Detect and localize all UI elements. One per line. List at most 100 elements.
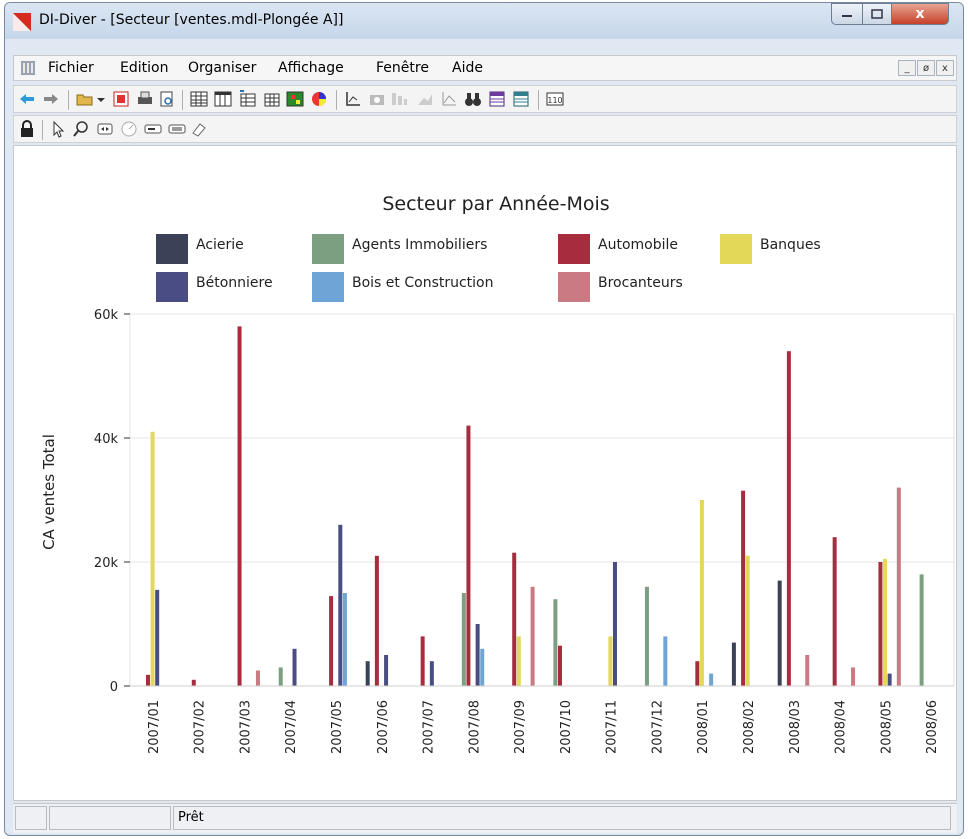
bar: [480, 648, 485, 686]
x-tick-label: 2007/10: [559, 700, 574, 754]
area-chart-icon[interactable]: [416, 90, 434, 108]
bar: [342, 593, 347, 686]
y-tick-label: 20k: [94, 556, 119, 571]
x-tick-label: 2008/04: [834, 700, 849, 754]
binoculars-icon[interactable]: [464, 90, 482, 108]
expand-icon[interactable]: [96, 120, 114, 138]
bar: [608, 636, 613, 686]
open-folder-icon[interactable]: [76, 90, 94, 108]
pie-3d-icon[interactable]: [310, 90, 328, 108]
label-icon[interactable]: [144, 120, 162, 138]
bar: [374, 555, 379, 686]
menu-edition[interactable]: Edition: [120, 60, 168, 76]
calendar-teal-icon[interactable]: [512, 90, 530, 108]
maximize-icon: [871, 9, 883, 19]
maximize-button[interactable]: [862, 3, 892, 25]
print-preview-icon[interactable]: [158, 90, 176, 108]
mdi-restore-button[interactable]: ø: [917, 60, 935, 76]
bar: [145, 674, 150, 686]
x-tick-label: 2008/05: [879, 700, 894, 754]
menu-fichier[interactable]: Fichier: [48, 60, 94, 76]
bar: [731, 642, 736, 686]
legend-swatch: [156, 272, 188, 302]
bar: [255, 670, 260, 686]
menu-affichage[interactable]: Affichage: [278, 60, 344, 76]
bar: [466, 425, 471, 686]
bar: [887, 673, 892, 686]
legend-label: Bois et Construction: [352, 275, 494, 291]
menu-organiser[interactable]: Organiser: [188, 60, 256, 76]
menu-aide[interactable]: Aide: [452, 60, 483, 76]
legend-label: Acierie: [196, 237, 244, 253]
insert-row-icon[interactable]: [262, 90, 280, 108]
title-bar[interactable]: DI-Diver - [Secteur [ventes.mdl-Plongée …: [5, 3, 963, 39]
y-axis-label: CA ventes Total: [40, 434, 58, 550]
x-tick-label: 2007/08: [467, 700, 482, 754]
dropdown-icon[interactable]: [96, 90, 106, 108]
eraser-icon[interactable]: [190, 120, 208, 138]
toolbar-separator: [182, 90, 183, 110]
bar-layout-icon[interactable]: [390, 90, 408, 108]
chart-axis-icon[interactable]: [344, 90, 362, 108]
bar: [741, 490, 746, 686]
toolbar-separator: [336, 90, 337, 110]
forward-arrow-icon[interactable]: [42, 90, 60, 108]
print-icon[interactable]: [136, 90, 154, 108]
legend-label: Bétonniere: [196, 275, 273, 291]
list-icon[interactable]: [168, 120, 186, 138]
bar: [150, 431, 155, 686]
line-chart-icon[interactable]: [440, 90, 458, 108]
y-axis-ticks: 0 20k 40k 60k: [94, 308, 130, 695]
x-tick-label: 2007/07: [422, 700, 437, 754]
insert-column-icon[interactable]: [238, 90, 256, 108]
counter-icon[interactable]: 110: [546, 90, 564, 108]
camera-icon[interactable]: [368, 90, 386, 108]
x-tick-label: 2008/06: [925, 700, 940, 754]
close-button[interactable]: x: [891, 3, 949, 25]
bar: [777, 580, 782, 686]
minimize-icon: [842, 15, 852, 17]
bar: [699, 500, 704, 686]
clock-icon[interactable]: [120, 120, 138, 138]
lock-icon[interactable]: [18, 120, 36, 138]
chart-panel: Secteur par Année-Mois Acierie Agents Imm…: [13, 145, 957, 801]
bar: [878, 562, 883, 686]
bar: [709, 673, 714, 686]
y-tick-label: 40k: [94, 432, 119, 447]
legend-swatch: [312, 234, 344, 264]
color-grid-icon[interactable]: [286, 90, 304, 108]
calendar-purple-icon[interactable]: [488, 90, 506, 108]
x-tick-label: 2008/03: [788, 700, 803, 754]
bar: [475, 624, 480, 686]
back-arrow-icon[interactable]: [18, 90, 36, 108]
export-red-icon[interactable]: [112, 90, 130, 108]
chart-legend: Acierie Agents Immobiliers Automobile Banqu…: [156, 234, 821, 302]
menu-fenetre[interactable]: Fenêtre: [376, 60, 429, 76]
bar: [919, 574, 924, 686]
bar: [365, 661, 370, 686]
bar: [745, 555, 750, 686]
bar: [612, 562, 617, 686]
toolbar-separator: [42, 120, 43, 140]
menu-bar: Fichier Edition Organiser Affichage Fenê…: [13, 55, 957, 81]
bar: [155, 589, 160, 686]
bar: [896, 487, 901, 686]
bar: [191, 679, 196, 686]
bar-chart: Secteur par Année-Mois Acierie Agents Imm…: [40, 193, 955, 754]
bar: [512, 552, 517, 686]
x-tick-label: 2007/12: [650, 700, 665, 754]
minimize-button[interactable]: [831, 3, 863, 25]
pointer-icon[interactable]: [50, 120, 68, 138]
toolbar-separator: [68, 90, 69, 110]
table-icon[interactable]: [190, 90, 208, 108]
mdi-close-button[interactable]: x: [936, 60, 954, 76]
legend-swatch: [558, 272, 590, 302]
zoom-icon[interactable]: [72, 120, 90, 138]
bar: [805, 655, 810, 686]
columns-icon[interactable]: [214, 90, 232, 108]
x-tick-label: 2007/04: [284, 700, 299, 754]
legend-swatch: [558, 234, 590, 264]
mdi-minimize-button[interactable]: _: [898, 60, 916, 76]
bar: [530, 586, 535, 686]
bar: [329, 596, 334, 686]
